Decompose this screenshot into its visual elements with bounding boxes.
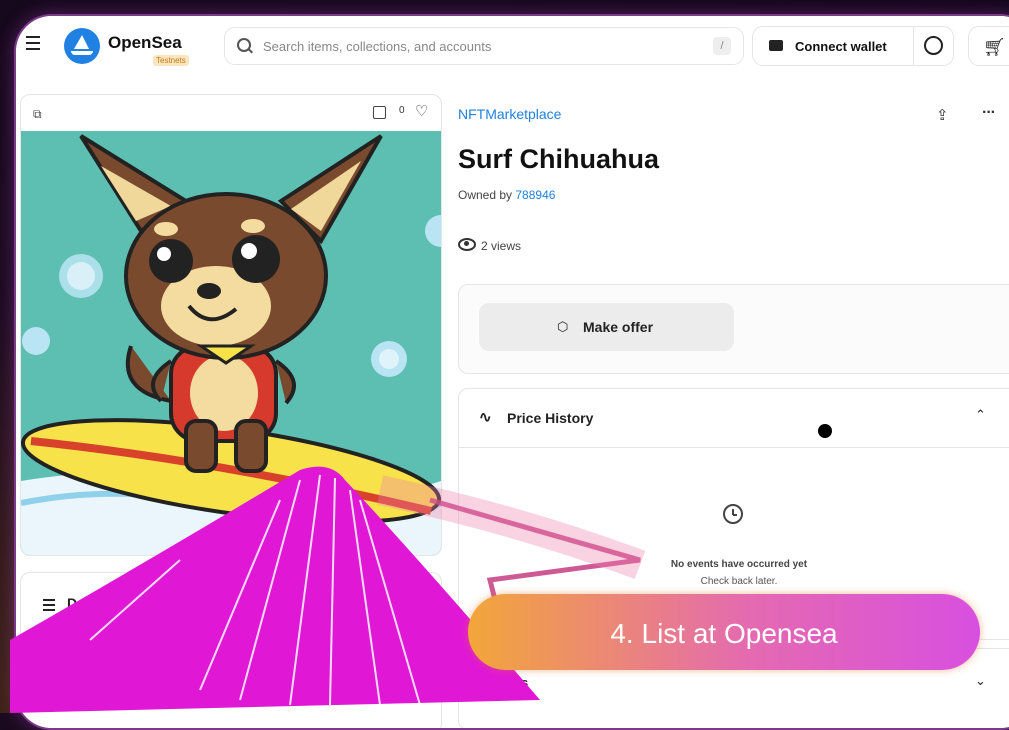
cart-icon: 🛒︎ xyxy=(983,37,1006,57)
description-collection: Surf Chihuahua xyxy=(47,681,131,695)
brand-name[interactable]: OpenSea xyxy=(108,33,182,53)
tag-icon: ⬡ xyxy=(557,319,569,334)
divider xyxy=(913,27,914,65)
offer-panel: ⬡ Make offer xyxy=(458,284,1009,374)
owned-by-label: Owned by xyxy=(458,188,513,202)
logo-sail-shape xyxy=(74,35,89,49)
empty-state-title: No events have occurred yet xyxy=(670,559,808,570)
cart-button[interactable]: 🛒︎ xyxy=(968,26,1009,66)
chain-icon: ⧉ xyxy=(33,107,42,121)
creator-line: By 9068CF xyxy=(47,660,112,675)
logo-boat-shape xyxy=(71,51,93,55)
by-label: By xyxy=(47,660,63,675)
price-history-header[interactable]: ∿ Price History ⌃ xyxy=(459,389,1009,448)
make-offer-button[interactable]: ⬡ Make offer xyxy=(479,303,734,351)
chevron-up-icon[interactable]: ⌃ xyxy=(975,407,986,423)
share-icon[interactable]: ⇪ xyxy=(936,106,949,124)
connect-wallet-button[interactable]: Connect wallet xyxy=(752,26,954,66)
account-icon[interactable] xyxy=(924,36,943,55)
eye-icon xyxy=(458,238,476,251)
more-options-icon[interactable]: ··· xyxy=(982,104,996,122)
trend-icon: ∿ xyxy=(479,409,492,426)
expand-icon[interactable] xyxy=(373,106,386,119)
clock-icon xyxy=(723,504,743,524)
chevron-down-icon[interactable]: ⌄ xyxy=(975,673,986,689)
description-icon xyxy=(43,599,55,614)
price-history-label: Price History xyxy=(507,410,594,426)
collection-link[interactable]: NFTMarketplace xyxy=(458,106,561,122)
heart-icon[interactable]: ♡ xyxy=(415,102,428,120)
wallet-icon xyxy=(769,40,783,51)
nft-image[interactable] xyxy=(21,131,441,555)
favorites-count: 0 xyxy=(399,105,405,116)
creator-link[interactable]: 9068CF xyxy=(66,660,112,675)
item-title: Surf Chihuahua xyxy=(458,144,659,174)
description-card[interactable]: D By 9068CF Surf Chihuahua xyxy=(20,572,442,728)
search-icon xyxy=(237,38,251,52)
search-bar[interactable]: / xyxy=(224,27,744,65)
owner-line: Owned by 788946 xyxy=(458,188,555,202)
menu-icon[interactable] xyxy=(26,36,40,54)
empty-state-subtitle: Check back later. xyxy=(700,576,778,587)
owner-link[interactable]: 788946 xyxy=(515,188,555,202)
search-input[interactable] xyxy=(261,36,665,56)
connect-wallet-label: Connect wallet xyxy=(795,39,887,54)
listings-label: gs xyxy=(513,675,529,690)
cursor-dot xyxy=(818,424,832,438)
media-card: ⧉ 0 ♡ xyxy=(20,94,442,556)
views-count: 2 views xyxy=(458,238,521,253)
description-label: D xyxy=(67,595,78,611)
views-label: 2 views xyxy=(481,239,522,253)
search-shortcut-key: / xyxy=(713,37,731,55)
testnet-badge: Testnets xyxy=(153,55,189,66)
step-label: 4. List at Opensea xyxy=(610,618,838,649)
media-toolbar: ⧉ 0 ♡ xyxy=(21,95,441,131)
top-nav: OpenSea Testnets / Connect wallet 🛒︎ xyxy=(16,16,1009,78)
step-callout: 4. List at Opensea xyxy=(468,594,980,670)
make-offer-label: Make offer xyxy=(583,319,654,335)
